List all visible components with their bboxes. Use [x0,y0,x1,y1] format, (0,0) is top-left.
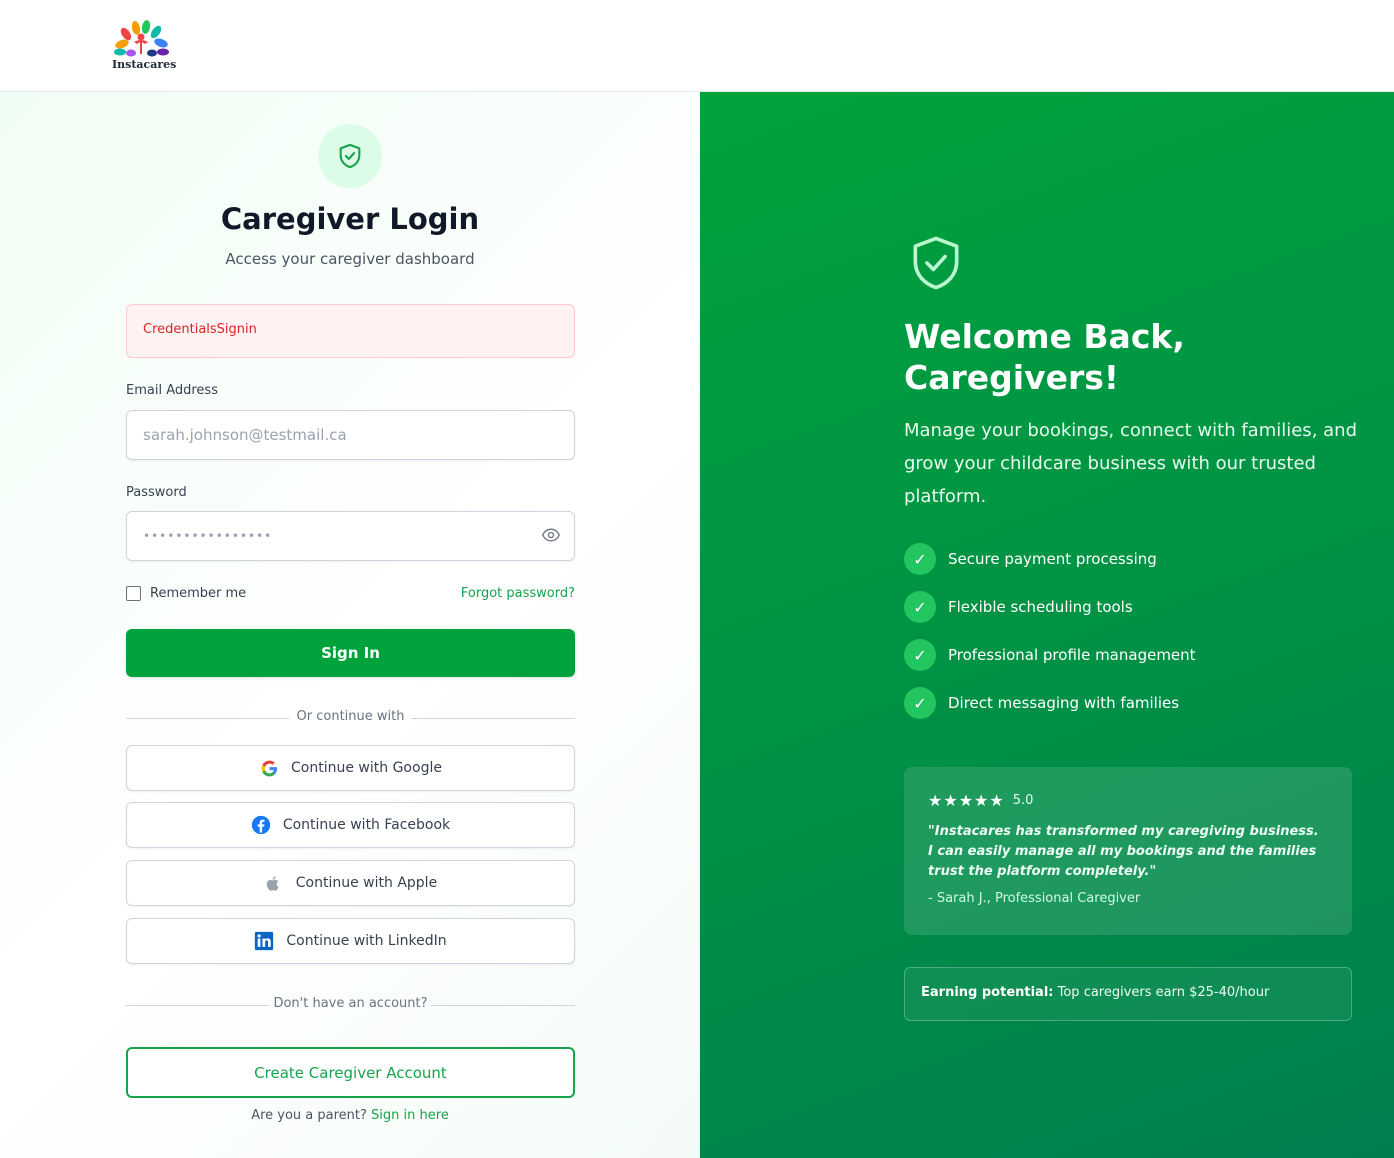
feature-label: Direct messaging with families [948,694,1180,712]
welcome-heading: Welcome Back, Caregivers! [904,317,1185,397]
instacares-logo[interactable]: Instacares [112,20,177,72]
apple-signin-label: Continue with Apple [295,875,438,891]
parent-signin-link[interactable]: Sign in here [371,1108,449,1123]
create-account-button[interactable]: Create Caregiver Account [126,1047,575,1098]
email-field[interactable] [126,410,575,460]
rating-value: 5.0 [1012,793,1034,808]
star-icon: ★ [989,791,1004,810]
star-icon: ★ [943,791,958,810]
logo-text: Instacares [112,58,177,71]
password-field[interactable]: •••••••••••••••• [126,511,575,561]
star-icon: ★ [974,791,989,810]
sign-in-button[interactable]: Sign In [126,629,575,677]
shield-check-icon [913,236,959,290]
check-icon: ✓ [904,639,936,671]
shield-badge [318,124,382,188]
star-icon: ★ [928,791,943,810]
apple-icon [264,873,284,893]
show-password-icon[interactable] [541,525,561,545]
page-title: Caregiver Login [220,202,480,236]
login-panel: Caregiver Login Access your caregiver da… [0,92,700,1158]
feature-item: ✓ Secure payment processing [904,543,1157,575]
forgot-password-link[interactable]: Forgot password? [420,586,575,601]
check-icon: ✓ [904,687,936,719]
earning-text: Top caregivers earn $25-40/hour [1057,985,1270,1000]
welcome-description: Manage your bookings, connect with famil… [904,420,1357,507]
remember-me-label: Remember me [150,586,247,601]
error-alert: CredentialsSignin [126,304,575,358]
feature-item: ✓ Direct messaging with families [904,687,1179,719]
facebook-signin-label: Continue with Facebook [282,817,451,833]
check-icon: ✓ [904,543,936,575]
email-label: Email Address [126,383,218,398]
facebook-signin-button[interactable]: Continue with Facebook [126,802,575,848]
star-icons: ★★★★★ [928,791,1005,810]
testimonial-card: ★★★★★ 5.0 "Instacares has transformed my… [904,767,1352,935]
welcome-panel: Welcome Back, Caregivers! Manage your bo… [700,92,1394,1158]
feature-label: Flexible scheduling tools [948,598,1133,616]
google-icon [259,758,279,778]
page-subtitle: Access your caregiver dashboard [225,250,475,268]
no-account-divider: Don't have an account? [126,996,575,1014]
feature-item: ✓ Professional profile management [904,639,1196,671]
or-continue-divider: Or continue with [126,709,575,727]
or-continue-text: Or continue with [296,709,405,724]
password-label: Password [126,485,187,500]
shield-check-icon [339,143,361,169]
parent-signin-line: Are you a parent? Sign in here [0,1108,700,1123]
google-signin-button[interactable]: Continue with Google [126,745,575,791]
linkedin-icon [254,931,274,951]
feature-label: Secure payment processing [948,550,1157,568]
earning-label: Earning potential: [921,985,1054,1000]
feature-item: ✓ Flexible scheduling tools [904,591,1133,623]
check-icon: ✓ [904,591,936,623]
feature-label: Professional profile management [948,646,1196,664]
google-signin-label: Continue with Google [291,760,442,776]
logo-icon [114,20,169,57]
star-rating: ★★★★★ 5.0 [928,791,1328,810]
linkedin-signin-button[interactable]: Continue with LinkedIn [126,918,575,964]
remember-me[interactable]: Remember me [126,586,246,601]
no-account-text: Don't have an account? [273,996,428,1011]
testimonial-author: - Sarah J., Professional Caregiver [928,891,1141,906]
star-icon: ★ [958,791,974,810]
facebook-icon [251,815,271,835]
parent-prompt: Are you a parent? [251,1108,367,1123]
remember-me-checkbox[interactable] [126,586,141,601]
top-navbar: Instacares [0,0,1394,92]
apple-signin-button[interactable]: Continue with Apple [126,860,575,906]
earning-potential-box: Earning potential: Top caregivers earn $… [904,967,1352,1021]
linkedin-signin-label: Continue with LinkedIn [286,933,447,949]
testimonial-quote: "Instacares has transformed my caregivin… [928,824,1319,879]
